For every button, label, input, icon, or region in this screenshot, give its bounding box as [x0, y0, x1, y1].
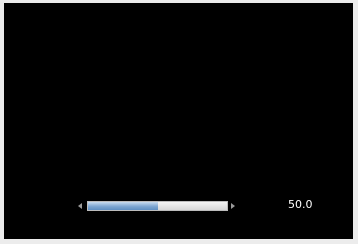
progress-slider-fill: [88, 202, 158, 210]
slider-value-readout: 50.0: [288, 198, 313, 211]
video-viewport: 50.0: [4, 3, 353, 239]
progress-slider[interactable]: [87, 201, 228, 211]
playback-slider-row: 50.0: [4, 198, 353, 214]
window-frame: 50.0: [0, 0, 358, 244]
chevron-right-icon[interactable]: [231, 203, 235, 209]
chevron-left-icon[interactable]: [78, 203, 82, 209]
